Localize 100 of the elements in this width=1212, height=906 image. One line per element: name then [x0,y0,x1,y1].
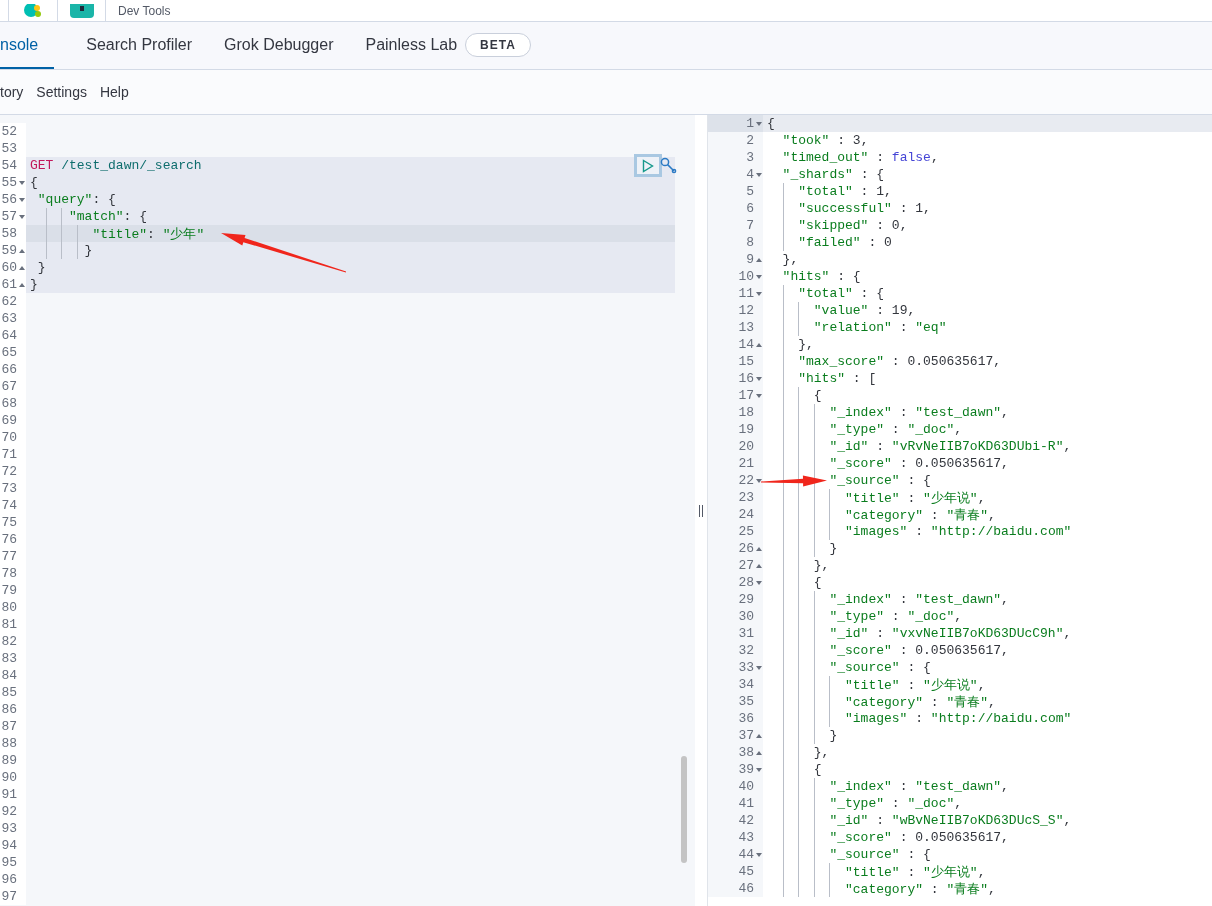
fold-down-icon[interactable] [755,121,762,126]
line-number: 75 [1,515,17,530]
line-number: 62 [1,294,17,309]
fold-up-icon[interactable] [755,563,762,568]
code-text: "_id" : "vRvNeIIB7oKD63DUbi-R", [829,439,1072,454]
line-number: 5 [746,184,754,199]
play-icon [642,158,654,173]
code-text: } [37,260,46,275]
fold-down-icon[interactable] [18,197,25,202]
line-number: 24 [738,507,754,522]
resize-handle-icon[interactable] [698,504,704,517]
line-number: 9 [746,252,754,267]
fold-down-icon[interactable] [755,172,762,177]
line-number: 83 [1,651,17,666]
fold-up-icon[interactable] [18,248,25,253]
code-text: "_score" : 0.050635617, [829,456,1009,471]
line-number: 19 [738,422,754,437]
code-text: "_source" : { [829,473,931,488]
line-number: 1 [746,116,754,131]
code-text: } [829,728,838,743]
code-text: } [30,277,38,292]
tab[interactable]: Grok Debugger [224,22,334,69]
fold-up-icon[interactable] [755,342,762,347]
line-number: 33 [738,660,754,675]
menu-link[interactable]: Settings [36,84,87,100]
line-number: 31 [738,626,754,641]
fold-down-icon[interactable] [755,580,762,585]
fold-down-icon[interactable] [755,376,762,381]
app-icon[interactable] [69,3,94,18]
code-text: "_index" : "test_dawn", [829,779,1009,794]
line-number: 36 [738,711,754,726]
code-text: { [813,762,822,777]
code-text: "category" : "青春", [845,693,996,711]
code-text: "_shards" : { [782,167,885,182]
line-number: 78 [1,566,17,581]
scrollbar-thumb[interactable] [681,756,687,863]
fold-down-icon[interactable] [755,393,762,398]
wrench-icon[interactable] [660,157,677,174]
line-number: 21 [738,456,754,471]
code-text: { [767,116,775,131]
fold-down-icon[interactable] [755,852,762,857]
run-button[interactable] [634,154,662,177]
line-number: 55 [1,175,17,190]
line-number: 40 [738,779,754,794]
line-number: 42 [738,813,754,828]
line-number: 17 [738,388,754,403]
line-number: 66 [1,362,17,377]
line-number: 86 [1,702,17,717]
fold-up-icon[interactable] [18,282,25,287]
fold-down-icon[interactable] [755,478,762,483]
line-number: 91 [1,787,17,802]
line-number: 52 [1,124,17,139]
line-number: 30 [738,609,754,624]
line-number: 90 [1,770,17,785]
code-text: }, [813,745,830,760]
line-number: 35 [738,694,754,709]
code-text: "_type" : "_doc", [829,422,963,437]
line-number: 14 [738,337,754,352]
tab[interactable]: Search Profiler [86,22,193,69]
line-number: 16 [738,371,754,386]
line-number: 94 [1,838,17,853]
fold-up-icon[interactable] [755,733,762,738]
code-text: "successful" : 1, [798,201,931,216]
line-number: 96 [1,872,17,887]
line-number: 58 [1,226,17,241]
fold-up-icon[interactable] [18,265,25,270]
line-number: 64 [1,328,17,343]
code-text: } [829,541,838,556]
code-text: "max_score" : 0.050635617, [798,354,1002,369]
code-text: "title" : "少年说", [845,863,986,881]
code-text: "images" : "http://baidu.com" [845,524,1072,539]
annotation-arrow [761,475,827,487]
code-text: "title": "少年" [92,225,205,243]
code-text: "failed" : 0 [798,235,892,250]
fold-up-icon[interactable] [755,546,762,551]
code-text: "_source" : { [829,847,931,862]
code-text: "_id" : "vxvNeIIB7oKD63DUcC9h", [829,626,1072,641]
fold-down-icon[interactable] [18,180,25,185]
code-text: "relation" : "eq" [813,320,947,335]
line-number: 6 [746,201,754,216]
fold-down-icon[interactable] [18,214,25,219]
menu-link[interactable]: tory [0,84,24,100]
fold-up-icon[interactable] [755,750,762,755]
line-number: 46 [738,881,754,896]
menu-link[interactable]: Help [99,84,129,100]
fold-down-icon[interactable] [755,274,762,279]
code-text: "category" : "青春", [845,506,996,524]
fold-down-icon[interactable] [755,767,762,772]
line-number: 71 [1,447,17,462]
tab[interactable]: Painless Lab BETA [365,22,531,69]
app-title: Dev Tools [118,3,171,18]
line-number: 11 [738,286,754,301]
line-number: 84 [1,668,17,683]
line-number: 87 [1,719,17,734]
fold-up-icon[interactable] [755,257,762,262]
line-number: 25 [738,524,754,539]
line-number: 82 [1,634,17,649]
fold-down-icon[interactable] [755,665,762,670]
fold-down-icon[interactable] [755,291,762,296]
code-text: "title" : "少年说", [845,676,986,694]
